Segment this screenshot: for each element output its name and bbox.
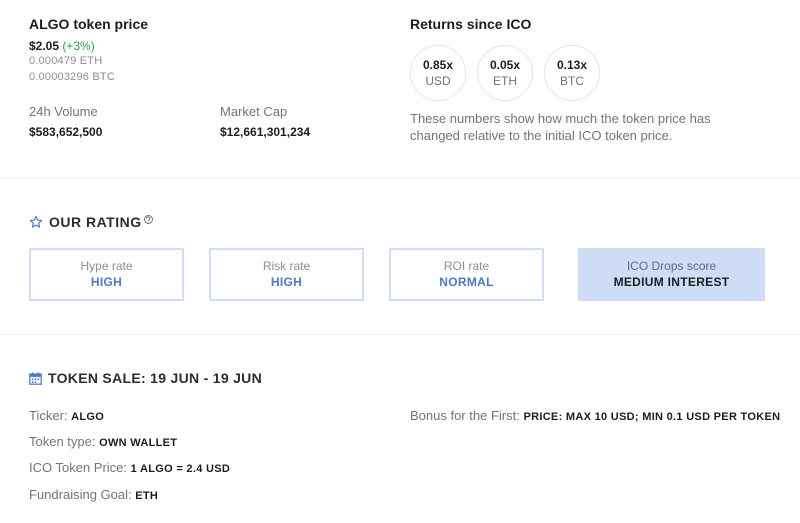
returns-title: Returns since ICO xyxy=(410,16,532,32)
rating-card-label: Risk rate xyxy=(262,259,311,273)
rating-card-score: ICO Drops score MEDIUM INTEREST xyxy=(578,248,765,301)
rating-card-risk: Risk rate HIGH xyxy=(209,248,364,301)
ticker-row: Ticker: ALGO xyxy=(29,408,104,423)
return-usd-value: 0.85x xyxy=(422,58,454,72)
price-btc: 0.00003296 BTC xyxy=(29,71,115,83)
token-type-row: Token type: OWN WALLET xyxy=(29,434,177,449)
goal-value: ETH xyxy=(135,490,159,502)
price-change: (+3%) xyxy=(62,39,95,53)
rating-card-label: ROI rate xyxy=(443,259,490,273)
return-usd-currency: USD xyxy=(425,74,451,88)
price-section: ALGO token price $2.05 (+3%) 0.000479 ET… xyxy=(0,0,800,178)
goal-row: Fundraising Goal: ETH xyxy=(29,487,158,502)
volume-label: 24h Volume xyxy=(29,104,98,119)
price-usd: $2.05 (+3%) xyxy=(29,39,95,53)
rating-card-hype: Hype rate HIGH xyxy=(29,248,184,301)
marketcap-label: Market Cap xyxy=(220,104,288,119)
token-sale-title: TOKEN SALE: 19 JUN - 19 JUN xyxy=(48,370,263,386)
rating-card-label: Hype rate xyxy=(80,259,133,273)
token-type-value: OWN WALLET xyxy=(99,437,178,449)
rating-card-value: MEDIUM INTEREST xyxy=(613,275,730,289)
bonus-label: Bonus for the First: xyxy=(410,408,520,423)
rating-header: OUR RATING ? xyxy=(29,214,153,230)
return-btc-value: 0.13x xyxy=(556,58,588,72)
rating-title: OUR RATING xyxy=(49,214,142,230)
volume-value: $583,652,500 xyxy=(29,125,103,139)
ico-price-label: ICO Token Price: xyxy=(29,460,128,475)
goal-label: Fundraising Goal: xyxy=(29,487,132,502)
rating-card-value: NORMAL xyxy=(439,275,494,289)
calendar-icon xyxy=(29,371,42,385)
ico-price-value: 1 ALGO = 2.4 USD xyxy=(130,463,231,475)
bonus-row: Bonus for the First: PRICE: MAX 10 USD; … xyxy=(410,408,780,423)
star-icon xyxy=(29,215,43,228)
return-btc: 0.13x BTC xyxy=(544,45,600,101)
returns-note: These numbers show how much the token pr… xyxy=(410,111,711,143)
return-eth-value: 0.05x xyxy=(489,58,521,72)
marketcap-value: $12,661,301,234 xyxy=(220,125,311,139)
rating-card-roi: ROI rate NORMAL xyxy=(389,248,544,301)
token-type-label: Token type: xyxy=(29,434,96,449)
token-sale-section: TOKEN SALE: 19 JUN - 19 JUN Ticker: ALGO… xyxy=(0,334,800,523)
rating-card-value: HIGH xyxy=(90,275,123,289)
return-eth: 0.05x ETH xyxy=(477,45,533,101)
ticker-label: Ticker: xyxy=(29,408,68,423)
help-icon[interactable]: ? xyxy=(143,214,153,224)
ticker-value: ALGO xyxy=(71,411,105,423)
return-btc-currency: BTC xyxy=(560,74,584,88)
return-usd: 0.85x USD xyxy=(410,45,466,101)
return-eth-currency: ETH xyxy=(493,74,517,88)
price-eth: 0.000479 ETH xyxy=(29,55,103,67)
rating-card-label: ICO Drops score xyxy=(626,259,717,273)
ico-price-row: ICO Token Price: 1 ALGO = 2.4 USD xyxy=(29,460,230,475)
rating-card-value: HIGH xyxy=(270,275,303,289)
token-sale-header: TOKEN SALE: 19 JUN - 19 JUN xyxy=(29,370,262,386)
price-title: ALGO token price xyxy=(29,16,149,32)
rating-section: OUR RATING ? Hype rate HIGH Risk rate HI… xyxy=(0,178,800,334)
price-usd-value: $2.05 xyxy=(29,39,60,53)
bonus-value: PRICE: MAX 10 USD; MIN 0.1 USD PER TOKEN xyxy=(523,411,781,423)
